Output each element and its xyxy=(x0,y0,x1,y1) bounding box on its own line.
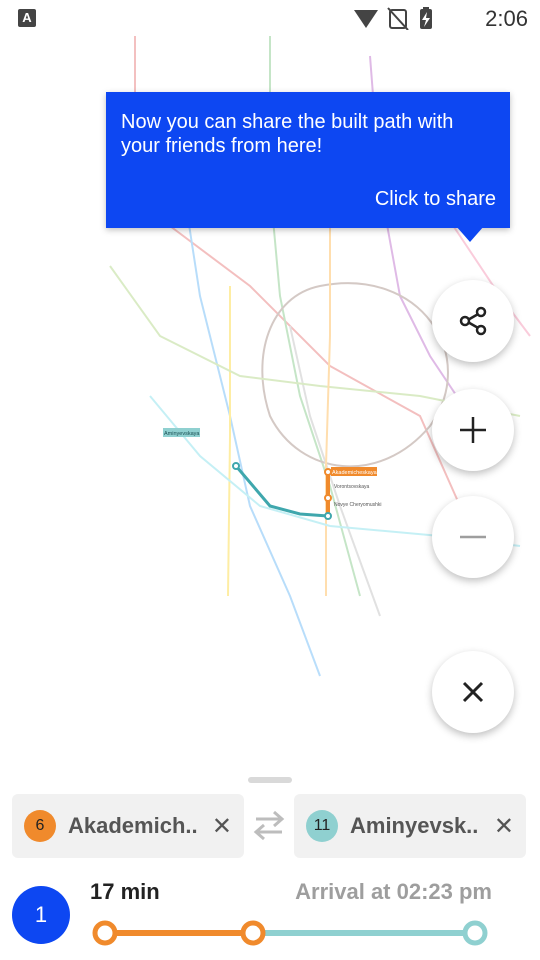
minus-icon xyxy=(460,535,486,539)
route-duration: 17 min xyxy=(90,879,160,904)
from-line-badge: 6 xyxy=(24,810,56,842)
clear-from-button[interactable]: ✕ xyxy=(212,812,232,841)
route-station-dot-2 xyxy=(324,494,332,502)
status-time: 2:06 xyxy=(485,6,528,31)
route-arrival-time: Arrival at 02:23 pm xyxy=(295,879,492,904)
bottom-sheet-handle[interactable] xyxy=(248,777,292,783)
to-station-field[interactable]: 11 Aminyevsk.. ✕ xyxy=(294,794,526,858)
clear-to-button[interactable]: ✕ xyxy=(494,812,514,841)
map-line-orange-map xyxy=(325,166,331,596)
route-start-dot xyxy=(92,920,118,946)
map-line-yellow xyxy=(227,286,231,597)
route-overlay xyxy=(232,462,332,520)
click-to-share-link[interactable]: Click to share xyxy=(375,188,496,211)
plus-icon xyxy=(460,417,486,443)
to-station-name: Aminyevsk.. xyxy=(350,813,479,838)
share-button[interactable] xyxy=(432,280,514,362)
route-station-dot-1 xyxy=(324,468,332,476)
close-icon xyxy=(462,681,484,703)
swap-stations-icon[interactable] xyxy=(252,808,286,842)
highlight-station-label: Aminyevskaya xyxy=(164,431,200,437)
share-icon xyxy=(459,306,487,336)
route-segment-cyan xyxy=(234,465,329,518)
status-indicators xyxy=(354,7,432,30)
from-station-field[interactable]: 6 Akademich.. ✕ xyxy=(12,794,244,858)
route-end-dot xyxy=(462,920,488,946)
route-progress-line xyxy=(92,920,488,946)
no-sim-icon xyxy=(387,7,409,30)
status-bar: A 2:06 xyxy=(0,0,540,36)
wifi-icon xyxy=(354,10,378,28)
route-station-dot-4 xyxy=(232,462,240,470)
map-line-brown-ring xyxy=(261,282,449,468)
route-station-label-2: Vorontsovskaya xyxy=(334,484,370,490)
route-station-dot-3 xyxy=(324,512,332,520)
tooltip-pointer xyxy=(456,226,484,242)
map-line-blue xyxy=(179,165,321,677)
zoom-out-button[interactable] xyxy=(432,496,514,578)
share-hint-message: Now you can share the built path with yo… xyxy=(121,111,454,157)
share-hint-tooltip[interactable]: Now you can share the built path with yo… xyxy=(106,92,510,242)
route-station-label-3: Novye Cheryomushki xyxy=(334,502,382,508)
app-notification-icon: A xyxy=(18,9,36,27)
route-station-label-1: Akademicheskaya xyxy=(332,470,378,476)
route-transfer-dot xyxy=(240,920,266,946)
close-route-button[interactable] xyxy=(432,651,514,733)
zoom-in-button[interactable] xyxy=(432,389,514,471)
route-index-badge[interactable]: 1 xyxy=(12,886,70,944)
battery-charging-icon xyxy=(420,7,432,29)
from-station-name: Akademich.. xyxy=(68,813,198,838)
to-line-badge: 11 xyxy=(306,810,338,842)
